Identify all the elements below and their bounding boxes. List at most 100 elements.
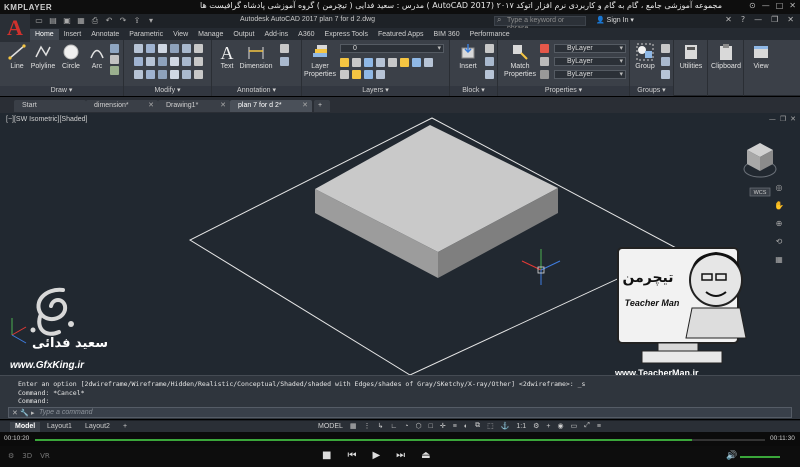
layer-thaw-icon[interactable] xyxy=(352,70,361,79)
file-tab-drawing1[interactable]: Drawing1* ✕ xyxy=(158,100,230,112)
gear-icon[interactable]: ⚙ xyxy=(533,422,539,430)
steering-wheel-icon[interactable]: ◎ xyxy=(776,183,783,192)
pan-icon[interactable]: ✋ xyxy=(774,201,784,210)
layer-isolate-icon[interactable] xyxy=(376,58,385,67)
properties-panel-label[interactable]: Properties ▾ xyxy=(498,86,629,96)
fillet-icon[interactable] xyxy=(158,57,167,66)
plus-icon[interactable]: + xyxy=(546,423,550,430)
tab-express-tools[interactable]: Express Tools xyxy=(320,29,373,40)
table-icon[interactable] xyxy=(280,57,289,66)
color-dropdown[interactable]: ByLayer xyxy=(554,44,626,53)
clipboard-button[interactable]: Clipboard xyxy=(709,43,743,71)
vr-icon[interactable]: VR xyxy=(40,452,50,460)
scale-icon[interactable] xyxy=(146,70,155,79)
annotation-visibility-icon[interactable]: ⚓ xyxy=(501,422,510,430)
infer-icon[interactable]: ↳ xyxy=(378,422,384,430)
3d-osnap-icon[interactable]: ⬚ xyxy=(487,422,494,430)
text-button[interactable]: A Text xyxy=(216,43,238,71)
application-menu-button[interactable]: A xyxy=(0,14,30,42)
tab-insert[interactable]: Insert xyxy=(59,29,87,40)
pin-icon[interactable]: ⊙ xyxy=(749,1,756,10)
linetype-dropdown[interactable]: ByLayer xyxy=(554,70,626,79)
layer-unlock-icon[interactable] xyxy=(364,70,373,79)
search-input[interactable]: Type a keyword or phrase xyxy=(494,16,586,32)
model-tab[interactable]: Model xyxy=(10,422,41,432)
plot-icon[interactable]: ⎙ xyxy=(90,16,100,25)
file-tab-plan-7[interactable]: plan 7 for d 2* ✕ xyxy=(230,100,312,112)
groups-panel-label[interactable]: Groups ▾ xyxy=(630,86,673,96)
ungroup-icon[interactable] xyxy=(661,44,670,53)
tab-home[interactable]: Home xyxy=(30,29,59,40)
tab-manage[interactable]: Manage xyxy=(193,29,228,40)
layout2-tab[interactable]: Layout2 xyxy=(80,422,115,432)
orbit-icon[interactable]: ⟲ xyxy=(776,237,783,246)
insert-button[interactable]: Insert xyxy=(454,43,482,71)
leader-icon[interactable] xyxy=(280,44,289,53)
hardware-acceleration-icon[interactable]: ▭ xyxy=(571,422,578,430)
minimize-icon[interactable]: — xyxy=(762,1,770,10)
new-icon[interactable]: ▭ xyxy=(34,16,44,25)
next-icon[interactable]: ⏭ xyxy=(396,450,405,461)
transparency-icon[interactable]: ◐ xyxy=(464,423,468,430)
modify-panel-label[interactable]: Modify ▾ xyxy=(124,86,211,96)
close-tab-icon[interactable]: ✕ xyxy=(302,100,308,112)
layout1-tab[interactable]: Layout1 xyxy=(42,422,77,432)
join-icon[interactable] xyxy=(194,57,203,66)
dropdown-icon[interactable] xyxy=(170,70,179,79)
snap-icon[interactable]: ⋮ xyxy=(364,422,371,430)
group-select-icon[interactable] xyxy=(661,70,670,79)
tab-featured-apps[interactable]: Featured Apps xyxy=(373,29,429,40)
maximize-icon[interactable]: □ xyxy=(776,1,784,10)
mirror-icon[interactable] xyxy=(146,57,155,66)
tab-performance[interactable]: Performance xyxy=(465,29,515,40)
tab-parametric[interactable]: Parametric xyxy=(124,29,168,40)
layer-freeze-icon[interactable] xyxy=(352,58,361,67)
exchange-icon[interactable]: ✕ xyxy=(725,15,732,24)
move-icon[interactable] xyxy=(134,44,143,53)
volume-slider[interactable] xyxy=(740,456,780,458)
lineweight-icon[interactable]: ≡ xyxy=(453,423,457,430)
ortho-icon[interactable]: ∟ xyxy=(390,423,397,430)
view-button[interactable]: View xyxy=(746,43,776,71)
previous-icon[interactable]: ⏮ xyxy=(347,450,356,461)
hatch-icon[interactable] xyxy=(110,55,119,64)
showmotion-icon[interactable]: ▦ xyxy=(775,255,783,264)
undo-icon[interactable]: ↶ xyxy=(104,16,114,25)
layer-on-icon[interactable] xyxy=(340,58,349,67)
erase-icon[interactable] xyxy=(182,44,191,53)
grid-icon[interactable]: ▦ xyxy=(350,422,357,430)
layer-merge-icon[interactable] xyxy=(376,70,385,79)
copy-icon[interactable] xyxy=(134,57,143,66)
save-icon[interactable]: ▣ xyxy=(62,16,72,25)
layer-lock-icon[interactable] xyxy=(364,58,373,67)
sign-in-button[interactable]: 👤 Sign In ▾ xyxy=(596,16,634,24)
polar-icon[interactable]: ◔ xyxy=(404,423,408,430)
command-icons[interactable]: ✕ 🔧 ▸ xyxy=(12,408,35,418)
dropdown-icon[interactable] xyxy=(170,44,179,53)
command-input[interactable]: ✕ 🔧 ▸ Type a command xyxy=(8,407,792,418)
break-icon[interactable] xyxy=(182,70,191,79)
layer-dropdown[interactable]: 0 xyxy=(340,44,444,53)
share-icon[interactable]: ⇪ xyxy=(132,16,142,25)
viewport-controls[interactable]: [−][SW Isometric][Shaded] xyxy=(6,116,88,123)
layer-match-icon[interactable] xyxy=(388,58,397,67)
minimize-icon[interactable]: — xyxy=(769,115,776,123)
rotate-icon[interactable] xyxy=(146,44,155,53)
dropdown-icon[interactable] xyxy=(170,57,179,66)
offset-icon[interactable] xyxy=(182,57,191,66)
file-tab-start[interactable]: Start xyxy=(14,100,86,112)
restore-icon[interactable]: ❐ xyxy=(780,115,786,123)
tab-a360[interactable]: A360 xyxy=(293,29,319,40)
customize-icon[interactable]: ≡ xyxy=(597,423,601,430)
create-block-icon[interactable] xyxy=(485,44,494,53)
group-button[interactable]: Group xyxy=(632,43,658,71)
close-tab-icon[interactable]: ✕ xyxy=(148,100,154,112)
close-tab-icon[interactable]: ✕ xyxy=(220,100,226,112)
tab-bim-360[interactable]: BIM 360 xyxy=(429,29,465,40)
minimize-icon[interactable]: — xyxy=(754,15,762,24)
seek-track[interactable] xyxy=(35,439,765,441)
settings-icon[interactable]: ⚙ xyxy=(8,452,14,460)
utilities-button[interactable]: Utilities xyxy=(676,43,706,71)
kmplayer-logo[interactable]: KMPLAYER xyxy=(0,3,52,12)
stretch-icon[interactable] xyxy=(134,70,143,79)
